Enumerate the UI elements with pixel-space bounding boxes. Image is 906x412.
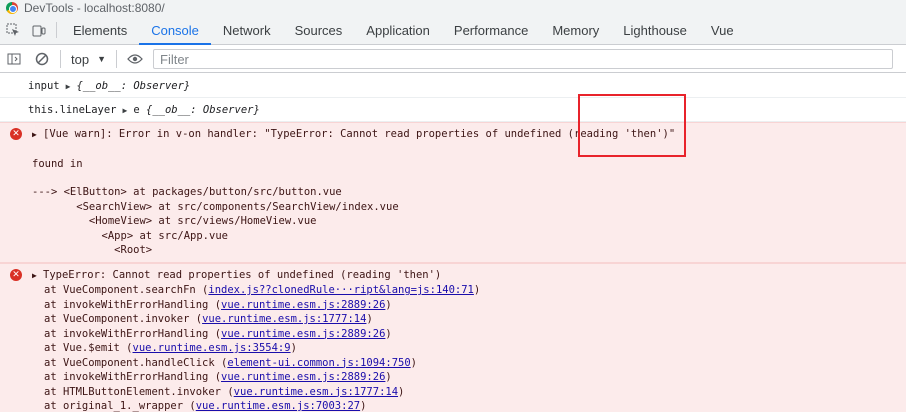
filter-input[interactable] — [153, 49, 893, 69]
stack-frame-fn: at invokeWithErrorHandling — [44, 371, 209, 383]
stack-frame-link[interactable]: vue.runtime.esm.js:1777:14 — [202, 313, 366, 325]
toolbar-divider — [116, 50, 117, 68]
stack-frame: at Vue.$emit (vue.runtime.esm.js:3554:9) — [44, 342, 297, 354]
tab-console[interactable]: Console — [139, 16, 211, 45]
console-output: input ▶ {__ob__: Observer} this.lineLayer ▶… — [0, 74, 906, 412]
tab-application[interactable]: Application — [354, 16, 442, 44]
component-trace-line: ---> <ElButton> at packages/button/src/b… — [32, 186, 342, 198]
stack-frame-fn: at HTMLButtonElement.invoker — [44, 385, 222, 398]
tab-performance[interactable]: Performance — [442, 16, 540, 44]
stack-frame-link[interactable]: index.js??clonedRule···ript&lang=js:140:… — [208, 284, 474, 296]
error-icon: ✕ — [10, 268, 22, 281]
log-object[interactable]: {__ob__: Observer} — [76, 80, 190, 92]
log-prefix: e — [133, 104, 140, 116]
component-trace-line: <SearchView> at src/components/SearchVie… — [32, 200, 399, 213]
stack-frame-fn: at original_1._wrapper — [44, 400, 184, 412]
component-trace-line: <HomeView> at src/views/HomeView.vue — [32, 215, 317, 227]
error-text: TypeError: Cannot read properties of und… — [43, 268, 442, 281]
expand-arrow-icon[interactable]: ▶ — [32, 269, 40, 284]
component-trace-line: <App> at src/App.vue — [32, 229, 228, 242]
devtools-tabbar: Elements Console Network Sources Applica… — [0, 16, 906, 45]
stack-frame: at invokeWithErrorHandling (vue.runtime.… — [44, 298, 392, 311]
context-selector[interactable]: top ▼ — [65, 52, 112, 67]
stack-frame-link[interactable]: vue.runtime.esm.js:2889:26 — [221, 371, 385, 383]
found-in-label: found in — [32, 157, 83, 170]
error-text: [Vue warn]: Error in v-on handler: "Type… — [43, 128, 676, 140]
tab-lighthouse[interactable]: Lighthouse — [611, 16, 699, 44]
tab-network[interactable]: Network — [211, 16, 283, 44]
device-toolbar-icon[interactable] — [26, 16, 52, 44]
chrome-logo-icon — [6, 2, 18, 14]
toolbar-divider — [60, 50, 61, 68]
window-titlebar: DevTools - localhost:8080/ — [0, 0, 906, 16]
stack-frame: at VueComponent.searchFn (index.js??clon… — [44, 284, 481, 296]
stack-frame: at VueComponent.invoker (vue.runtime.esm… — [44, 313, 373, 325]
log-label: this.lineLayer — [28, 104, 117, 116]
tab-divider — [56, 22, 57, 38]
window-title: DevTools - localhost:8080/ — [24, 1, 165, 15]
stack-frame: at original_1._wrapper (vue.runtime.esm.… — [44, 400, 367, 412]
stack-frame-link[interactable]: vue.runtime.esm.js:1777:14 — [234, 386, 398, 398]
component-trace-line: <Root> — [32, 244, 153, 256]
error-icon: ✕ — [10, 128, 22, 140]
expand-arrow-icon[interactable]: ▶ — [32, 128, 40, 143]
stack-frame-fn: at Vue.$emit — [44, 342, 120, 354]
stack-frame-fn: at VueComponent.searchFn — [44, 284, 196, 296]
stack-frame-fn: at invokeWithErrorHandling — [44, 327, 209, 340]
console-toolbar: top ▼ — [0, 46, 906, 73]
stack-frame-link[interactable]: vue.runtime.esm.js:7003:27 — [196, 400, 360, 412]
stack-frame-link[interactable]: vue.runtime.esm.js:3554:9 — [133, 342, 291, 354]
inspect-element-icon[interactable] — [0, 16, 26, 44]
eye-icon[interactable] — [121, 46, 149, 73]
tab-elements[interactable]: Elements — [61, 16, 139, 44]
tab-memory[interactable]: Memory — [540, 16, 611, 44]
console-log-row: input ▶ {__ob__: Observer} — [0, 74, 906, 98]
expand-arrow-icon[interactable]: ▶ — [66, 81, 71, 93]
stack-frame-link[interactable]: element-ui.common.js:1094:750 — [227, 357, 410, 369]
stack-frame: at VueComponent.handleClick (element-ui.… — [44, 356, 417, 369]
stack-frame-fn: at VueComponent.invoker — [44, 313, 190, 325]
context-selector-label: top — [71, 51, 90, 67]
stack-frame: at invokeWithErrorHandling (vue.runtime.… — [44, 327, 392, 340]
sidebar-toggle-icon[interactable] — [0, 46, 28, 73]
console-error-message: ✕ ▶ TypeError: Cannot read properties of … — [0, 262, 906, 412]
clear-console-icon[interactable] — [28, 46, 56, 73]
stack-frame-link[interactable]: vue.runtime.esm.js:2889:26 — [221, 328, 385, 340]
stack-frame: at invokeWithErrorHandling (vue.runtime.… — [44, 371, 392, 383]
stack-frame-link[interactable]: vue.runtime.esm.js:2889:26 — [221, 299, 385, 311]
stack-frame-fn: at invokeWithErrorHandling — [44, 298, 209, 311]
console-log-row: this.lineLayer ▶ e {__ob__: Observer} — [0, 98, 906, 122]
log-object[interactable]: {__ob__: Observer} — [146, 104, 260, 116]
tab-sources[interactable]: Sources — [283, 16, 355, 44]
stack-frame-fn: at VueComponent.handleClick — [44, 356, 215, 369]
log-label: input — [28, 80, 60, 92]
tab-vue[interactable]: Vue — [699, 16, 746, 44]
console-error-message: ✕ ▶ [Vue warn]: Error in v-on handler: "T… — [0, 122, 906, 263]
stack-frame: at HTMLButtonElement.invoker (vue.runtim… — [44, 385, 405, 398]
expand-arrow-icon[interactable]: ▶ — [123, 105, 128, 117]
chevron-down-icon: ▼ — [97, 54, 106, 64]
